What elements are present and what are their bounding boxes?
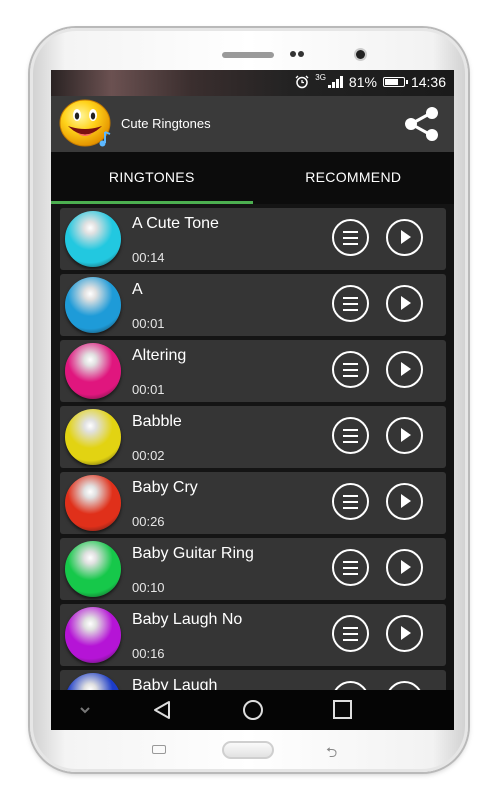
chevron-down-icon[interactable]: [67, 690, 107, 730]
ringtone-title: A: [132, 281, 143, 298]
play-icon[interactable]: [386, 285, 423, 322]
play-icon[interactable]: [386, 549, 423, 586]
gem-ball-icon: [65, 409, 121, 465]
ringtone-row[interactable]: Babble 00:02: [60, 406, 446, 468]
ringtone-row[interactable]: A 00:01: [60, 274, 446, 336]
gem-ball-icon: [65, 211, 121, 267]
ringtone-duration: 00:26: [132, 514, 165, 529]
play-icon[interactable]: [386, 351, 423, 388]
sensor-dot: [298, 51, 304, 57]
screen: 3G 81% 14:36 Cute Ringtones RINGTONES RE…: [51, 70, 454, 730]
battery-percent: 81%: [348, 74, 377, 90]
sensor-dot: [290, 51, 296, 57]
hamburger-menu-icon[interactable]: [332, 351, 369, 388]
play-icon[interactable]: [386, 417, 423, 454]
ringtone-row[interactable]: Baby Laugh No 00:16: [60, 604, 446, 666]
ringtone-duration: 00:01: [132, 382, 165, 397]
signal-strength-icon: [327, 76, 343, 88]
tab-ringtones[interactable]: RINGTONES: [51, 152, 253, 204]
hamburger-menu-icon[interactable]: [332, 285, 369, 322]
hamburger-menu-icon[interactable]: [332, 549, 369, 586]
ringtone-title: Baby Laugh: [132, 677, 218, 690]
gem-ball-icon: [65, 541, 121, 597]
app-title: Cute Ringtones: [121, 116, 211, 131]
ringtone-list[interactable]: A Cute Tone 00:14 A 00:01 Altering 00:01 Babbl…: [51, 204, 454, 690]
recents-square-icon[interactable]: [323, 690, 363, 730]
status-bar: 3G 81% 14:36: [51, 70, 454, 96]
play-icon[interactable]: [386, 219, 423, 256]
gem-ball-icon: [65, 277, 121, 333]
tab-recommend[interactable]: RECOMMEND: [253, 152, 455, 204]
hardware-home-button[interactable]: [222, 741, 274, 759]
battery-icon: [382, 77, 408, 87]
speaker-grille: [222, 52, 274, 58]
ringtone-title: Baby Cry: [132, 479, 198, 496]
ringtone-row[interactable]: Baby Laugh: [60, 670, 446, 690]
ringtone-duration: 00:10: [132, 580, 165, 595]
play-icon[interactable]: [386, 681, 423, 690]
tab-bar: RINGTONES RECOMMEND: [51, 152, 454, 204]
hamburger-menu-icon[interactable]: [332, 219, 369, 256]
gem-ball-icon: [65, 475, 121, 531]
ringtone-row[interactable]: Altering 00:01: [60, 340, 446, 402]
hamburger-menu-icon[interactable]: [332, 681, 369, 690]
gem-ball-icon: [65, 607, 121, 663]
back-triangle-icon[interactable]: [143, 690, 183, 730]
alarm-clock-icon: [295, 75, 309, 89]
ringtone-row[interactable]: Baby Guitar Ring 00:10: [60, 538, 446, 600]
ringtone-title: Baby Guitar Ring: [132, 545, 254, 562]
gem-ball-icon: [65, 343, 121, 399]
smiley-face-icon: [59, 99, 111, 147]
app-bar: Cute Ringtones: [51, 96, 454, 152]
ringtone-title: Altering: [132, 347, 187, 364]
ringtone-duration: 00:01: [132, 316, 165, 331]
share-icon[interactable]: [402, 106, 440, 142]
hardware-back-icon[interactable]: ⮌: [326, 742, 337, 766]
gem-ball-icon: [65, 673, 121, 690]
network-type-label: 3G: [315, 72, 326, 82]
hamburger-menu-icon[interactable]: [332, 483, 369, 520]
front-camera: [356, 50, 365, 59]
play-icon[interactable]: [386, 615, 423, 652]
navigation-bar: [51, 690, 454, 730]
ringtone-duration: 00:16: [132, 646, 165, 661]
clock-time: 14:36: [410, 74, 446, 90]
ringtone-duration: 00:02: [132, 448, 165, 463]
ringtone-title: A Cute Tone: [132, 215, 219, 232]
hamburger-menu-icon[interactable]: [332, 417, 369, 454]
ringtone-row[interactable]: Baby Cry 00:26: [60, 472, 446, 534]
ringtone-title: Baby Laugh No: [132, 611, 243, 628]
play-icon[interactable]: [386, 483, 423, 520]
ringtone-title: Babble: [132, 413, 182, 430]
hardware-recents-icon[interactable]: [152, 745, 166, 754]
home-circle-icon[interactable]: [233, 690, 273, 730]
hamburger-menu-icon[interactable]: [332, 615, 369, 652]
ringtone-duration: 00:14: [132, 250, 165, 265]
ringtone-row[interactable]: A Cute Tone 00:14: [60, 208, 446, 270]
